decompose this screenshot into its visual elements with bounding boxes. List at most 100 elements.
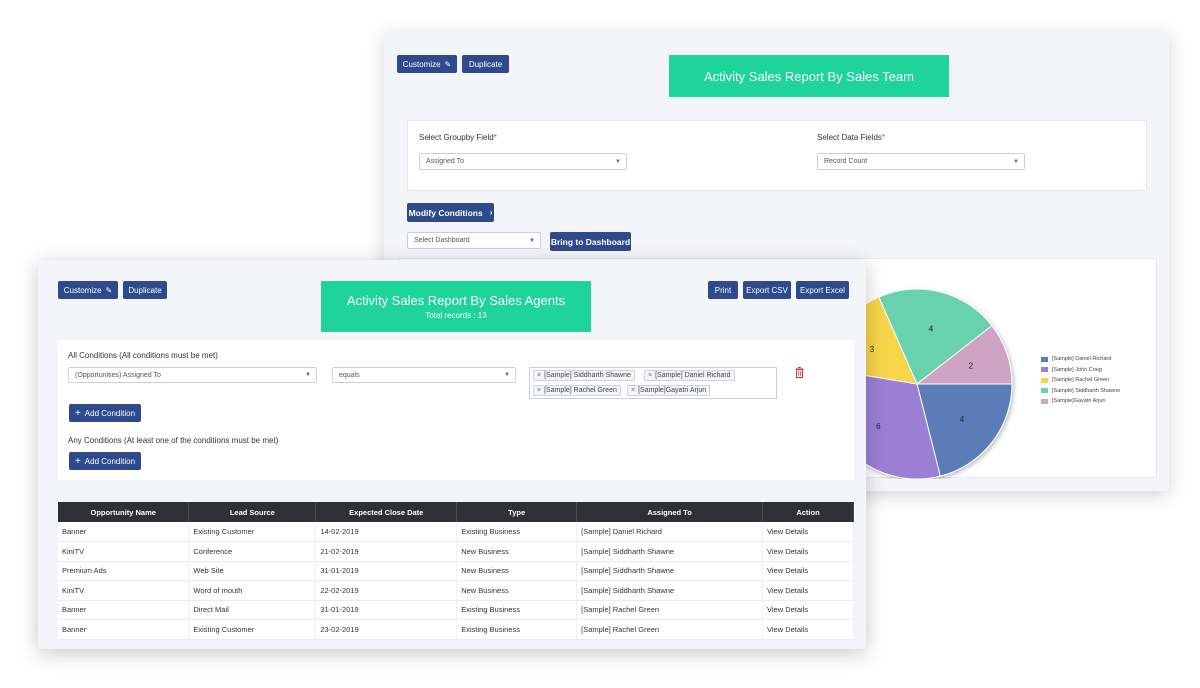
- all-conditions-title: All Conditions: [68, 351, 117, 360]
- chevron-down-icon: ▼: [615, 158, 621, 165]
- add-condition-button[interactable]: + Add Condition: [69, 404, 141, 422]
- remove-tag-icon[interactable]: ×: [537, 387, 541, 394]
- value-tag[interactable]: × [Sample] Siddharth Shawne: [533, 370, 635, 381]
- chart-legend: [Sample] Daniel Richard [Sample] John Cra…: [1041, 354, 1120, 407]
- column-header[interactable]: Type: [456, 502, 578, 522]
- legend-label: [Sample] Siddharth Shawne: [1052, 387, 1121, 394]
- view-details-link[interactable]: View Details: [762, 619, 854, 640]
- modify-conditions-label: Modify Conditions: [408, 207, 483, 218]
- groupby-select[interactable]: Assigned To ▼: [419, 153, 627, 170]
- legend-swatch: [1041, 398, 1048, 404]
- report-title-text: Activity Sales Report By Sales Agents: [346, 293, 566, 308]
- table-cell: Web Site: [188, 561, 317, 581]
- table-row: Banner Direct Mail 31-01-2019 Existing B…: [58, 600, 854, 620]
- table-cell: 31-01-2019: [315, 561, 458, 581]
- duplicate-button-label: Duplicate: [468, 59, 503, 69]
- legend-item[interactable]: [Sample] Siddharth Shawne: [1041, 386, 1120, 397]
- legend-item[interactable]: [Sample]Gayatri Arjun: [1041, 396, 1120, 407]
- add-condition-button[interactable]: + Add Condition: [69, 452, 141, 470]
- report-title: Activity Sales Report By Sales Team: [669, 55, 949, 97]
- column-header[interactable]: Lead Source: [188, 502, 317, 522]
- chevron-down-icon: ▼: [529, 237, 535, 244]
- condition-field-select[interactable]: (Opportunities) Assigned To ▼: [68, 367, 317, 383]
- table-cell: Direct Mail: [188, 600, 317, 620]
- table-cell: Banner: [58, 619, 190, 640]
- pie-data-label: 6: [876, 422, 881, 431]
- column-header[interactable]: Assigned To: [576, 502, 763, 522]
- bring-to-dashboard-label: Bring to Dashboard: [550, 236, 631, 247]
- remove-tag-icon[interactable]: ×: [537, 372, 541, 379]
- column-header[interactable]: Expected Close Date: [315, 502, 458, 522]
- table-cell: [Sample] Siddharth Shawne: [576, 580, 763, 601]
- bring-to-dashboard-button[interactable]: Bring to Dashboard: [550, 232, 631, 251]
- any-conditions-heading: Any Conditions (At least one of the cond…: [68, 436, 278, 445]
- pie-data-label: 4: [929, 325, 934, 334]
- modify-conditions-button[interactable]: Modify Conditions ›: [407, 203, 494, 222]
- legend-label: [Sample] Rachel Green: [1052, 377, 1110, 384]
- report-title-text: Activity Sales Report By Sales Team: [703, 68, 914, 84]
- customize-button[interactable]: Customize ✎: [397, 55, 457, 73]
- duplicate-button-label: Duplicate: [128, 285, 162, 295]
- table-cell: KiniTV: [58, 541, 190, 562]
- value-tag-label: [Sample]Gayatri Arjun: [638, 387, 707, 394]
- table-cell: KiniTV: [58, 580, 190, 601]
- duplicate-button[interactable]: Duplicate: [462, 55, 509, 73]
- table-cell: [Sample] Daniel Richard: [576, 522, 763, 542]
- any-conditions-title: Any Conditions: [68, 436, 122, 445]
- export-excel-button[interactable]: Export Excel: [796, 281, 849, 299]
- value-tag-label: [Sample] Daniel Richard: [655, 372, 731, 379]
- table-cell: 14-02-2019: [315, 522, 458, 542]
- view-details-link[interactable]: View Details: [762, 561, 854, 581]
- table-cell: Existing Business: [456, 522, 578, 542]
- datafields-label: Select Data Fields*: [817, 133, 885, 142]
- value-tag[interactable]: × [Sample]Gayatri Arjun: [627, 385, 711, 396]
- all-conditions-hint: (All conditions must be met): [119, 351, 218, 360]
- datafields-select[interactable]: Record Count ▼: [817, 153, 1025, 170]
- pie-data-label: 2: [969, 361, 974, 370]
- view-details-link[interactable]: View Details: [762, 522, 854, 542]
- remove-tag-icon[interactable]: ×: [648, 372, 652, 379]
- view-details-link[interactable]: View Details: [762, 580, 854, 601]
- export-excel-label: Export Excel: [800, 285, 845, 295]
- customize-button[interactable]: Customize ✎: [58, 281, 118, 299]
- column-header[interactable]: Opportunity Name: [58, 502, 190, 522]
- duplicate-button[interactable]: Duplicate: [123, 281, 167, 299]
- export-csv-button[interactable]: Export CSV: [743, 281, 791, 299]
- condition-values-input[interactable]: × [Sample] Siddharth Shawne × [Sample] Dan…: [529, 367, 777, 399]
- condition-operator-value: equals: [339, 371, 360, 379]
- value-tag[interactable]: × [Sample] Rachel Green: [533, 385, 621, 396]
- remove-tag-icon[interactable]: ×: [631, 387, 635, 394]
- table-cell: New Business: [456, 541, 578, 562]
- table-cell: Existing Customer: [188, 522, 317, 542]
- pencil-icon: ✎: [105, 285, 113, 295]
- dashboard-select[interactable]: Select Dashboard ▼: [407, 232, 541, 249]
- dashboard-select-value: Select Dashboard: [414, 237, 470, 244]
- legend-item[interactable]: [Sample] Rachel Green: [1041, 375, 1120, 386]
- condition-field-value: (Opportunities) Assigned To: [75, 371, 161, 379]
- print-button[interactable]: Print: [708, 281, 738, 299]
- customize-button-label: Customize: [63, 285, 102, 295]
- pie-data-label: 4: [960, 415, 965, 424]
- condition-operator-select[interactable]: equals ▼: [332, 367, 516, 383]
- legend-label: [Sample]Gayatri Arjun: [1052, 398, 1106, 405]
- view-details-link[interactable]: View Details: [762, 600, 854, 620]
- legend-item[interactable]: [Sample] John Craig: [1041, 365, 1120, 376]
- table-cell: Existing Customer: [188, 619, 317, 640]
- legend-swatch: [1041, 388, 1048, 394]
- trash-icon[interactable]: [795, 367, 804, 378]
- value-tag[interactable]: × [Sample] Daniel Richard: [644, 370, 735, 381]
- table-cell: New Business: [456, 561, 578, 581]
- table-cell: 22-02-2019: [315, 580, 458, 601]
- legend-swatch: [1041, 356, 1048, 362]
- pencil-icon: ✎: [444, 59, 452, 69]
- table-cell: 23-02-2019: [315, 619, 458, 640]
- add-condition-label: Add Condition: [84, 456, 136, 466]
- pie-data-label: 3: [870, 345, 875, 354]
- report-title: Activity Sales Report By Sales Agents To…: [321, 281, 591, 332]
- required-mark: *: [881, 133, 886, 142]
- view-details-link[interactable]: View Details: [762, 541, 854, 562]
- plus-icon: +: [74, 455, 81, 467]
- legend-item[interactable]: [Sample] Daniel Richard: [1041, 354, 1120, 365]
- customize-button-label: Customize: [402, 59, 441, 69]
- table-cell: Banner: [58, 600, 190, 620]
